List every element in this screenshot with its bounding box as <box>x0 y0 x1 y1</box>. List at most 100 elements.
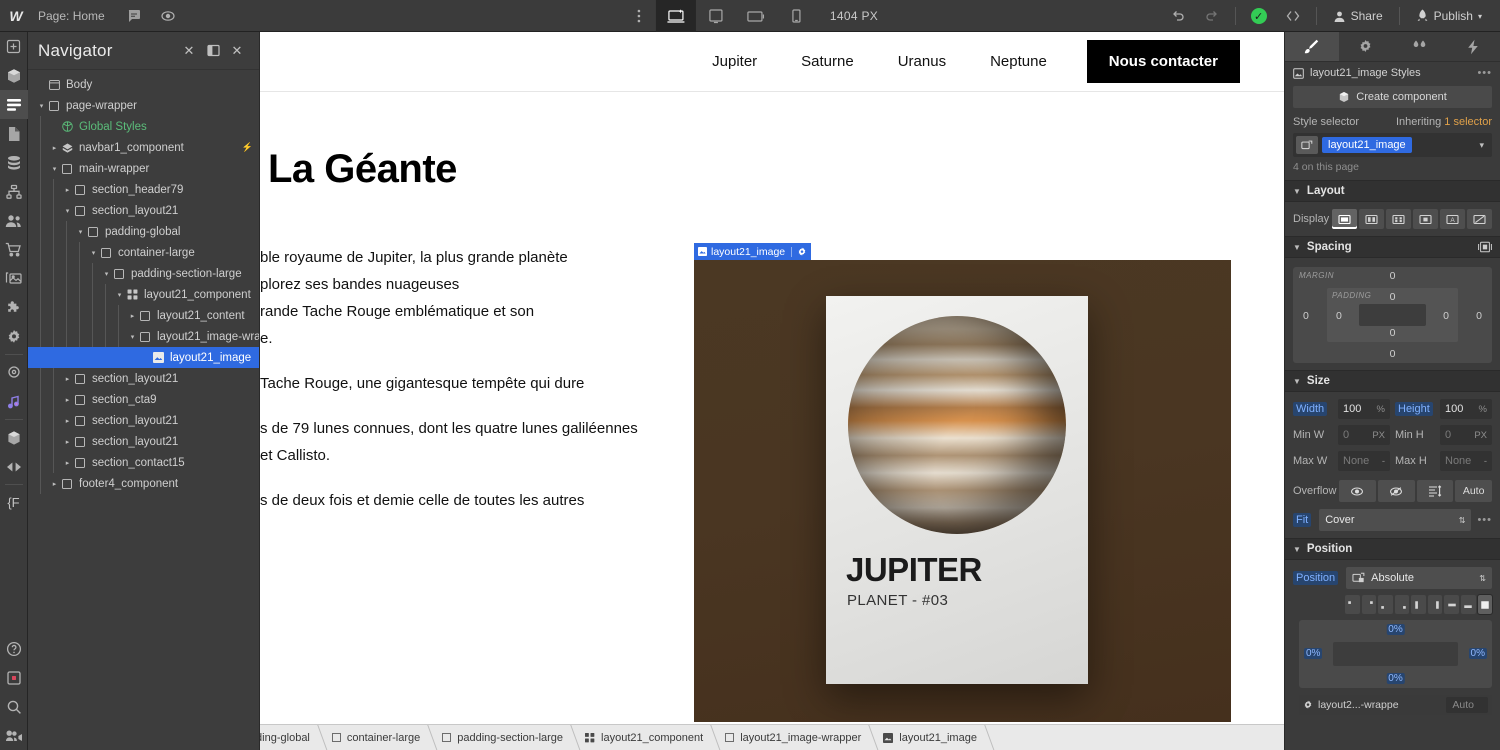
margin-top-value[interactable]: 0 <box>1390 270 1396 282</box>
site-nav-link-neptune[interactable]: Neptune <box>968 53 1069 70</box>
expand-caret-icon[interactable]: ▾ <box>88 249 99 257</box>
expand-caret-icon[interactable]: ▸ <box>62 186 73 194</box>
navigator-panel-layers-icon[interactable] <box>0 90 28 119</box>
width-input[interactable]: 100% <box>1338 399 1390 419</box>
components-panel-cube-icon[interactable] <box>0 61 28 90</box>
logic-panel-logic-icon[interactable] <box>0 177 28 206</box>
site-nav-link-saturne[interactable]: Saturne <box>779 53 876 70</box>
overflow-visible-button[interactable] <box>1339 480 1376 502</box>
display-option-inline[interactable]: A <box>1440 209 1465 229</box>
navigator-item-page-wrapper[interactable]: ▾page-wrapper <box>28 95 259 116</box>
panel-dock-icon[interactable] <box>201 39 225 63</box>
offset-top-value[interactable]: 0% <box>1386 624 1404 635</box>
assets-panel-images-icon[interactable] <box>0 264 28 293</box>
min-height-input[interactable]: 0PX <box>1440 425 1492 445</box>
display-option-block[interactable] <box>1332 209 1357 229</box>
expand-caret-icon[interactable]: ▾ <box>101 270 112 278</box>
undo-icon[interactable] <box>1161 0 1195 32</box>
expand-caret-icon[interactable]: ▸ <box>49 144 60 152</box>
site-nav-link-jupiter[interactable]: Jupiter <box>690 53 779 70</box>
create-component-button[interactable]: Create component <box>1293 86 1492 108</box>
section-header-layout[interactable]: ▼ Layout <box>1285 180 1500 202</box>
comment-icon[interactable] <box>117 0 151 32</box>
record-video-camera-icon[interactable] <box>0 721 28 750</box>
ellipsis-icon[interactable]: ••• <box>1477 67 1492 79</box>
expand-caret-icon[interactable]: ▸ <box>127 312 138 320</box>
video-stop-square-icon[interactable] <box>0 663 28 692</box>
search-icon[interactable] <box>0 692 28 721</box>
device-desktop-button[interactable] <box>656 0 696 32</box>
selection-badge[interactable]: layout21_image <box>694 243 811 260</box>
overflow-auto-button[interactable]: Auto <box>1455 480 1492 502</box>
spacing-mode-icon[interactable] <box>1478 241 1492 253</box>
webflow-logo[interactable]: W <box>0 0 32 32</box>
section-header-position[interactable]: ▼ Position <box>1285 538 1500 560</box>
offset-bottom-value[interactable]: 0% <box>1386 673 1404 684</box>
ecommerce-panel-cart-icon[interactable] <box>0 235 28 264</box>
height-unit[interactable]: % <box>1479 404 1487 415</box>
padding-bottom-value[interactable]: 0 <box>1390 327 1396 339</box>
expand-caret-icon[interactable]: ▾ <box>62 207 73 215</box>
navigator-item-layout21-component[interactable]: ▾layout21_component <box>28 284 259 305</box>
navigator-item-padding-global[interactable]: ▾padding-global <box>28 221 259 242</box>
display-option-none[interactable] <box>1467 209 1492 229</box>
redo-icon[interactable] <box>1195 0 1229 32</box>
anchor-top-right[interactable] <box>1362 595 1377 614</box>
breadcrumb-item[interactable]: layout21_image-wrapper <box>715 725 873 750</box>
expand-caret-icon[interactable]: ▾ <box>127 333 138 341</box>
navigator-item-layout21-content[interactable]: ▸layout21_content <box>28 305 259 326</box>
display-option-inline-block[interactable] <box>1413 209 1438 229</box>
navigator-item-navbar1-component[interactable]: ▸navbar1_component⚡ <box>28 137 259 158</box>
tab-style[interactable] <box>1285 32 1339 61</box>
anchor-top-left[interactable] <box>1345 595 1360 614</box>
expand-caret-icon[interactable]: ▸ <box>62 417 73 425</box>
navigator-item-layout21-image-wrapper[interactable]: ▾layout21_image-wrapper <box>28 326 259 347</box>
expand-caret-icon[interactable]: ▸ <box>62 396 73 404</box>
chevron-down-icon[interactable]: ▾ <box>1479 140 1489 151</box>
navigator-item-container-large[interactable]: ▾container-large <box>28 242 259 263</box>
display-option-grid[interactable] <box>1386 209 1411 229</box>
vertical-dots-icon[interactable] <box>622 0 656 32</box>
overflow-scroll-button[interactable] <box>1417 480 1454 502</box>
width-unit[interactable]: % <box>1377 404 1385 415</box>
eye-icon[interactable] <box>151 0 185 32</box>
max-height-unit[interactable]: - <box>1484 456 1487 467</box>
tab-settings[interactable] <box>1339 32 1393 61</box>
cms-panel-database-icon[interactable] <box>0 148 28 177</box>
breadcrumb-item[interactable]: padding-section-large <box>432 725 575 750</box>
navigator-item-section-layout21[interactable]: ▸section_layout21 <box>28 431 259 452</box>
offset-left-value[interactable]: 0% <box>1304 648 1322 659</box>
overflow-hidden-button[interactable] <box>1378 480 1415 502</box>
selector-chip[interactable]: layout21_image <box>1322 137 1412 153</box>
offset-right-value[interactable]: 0% <box>1469 648 1487 659</box>
navigator-item-layout21-image[interactable]: layout21_image <box>28 347 259 368</box>
device-tablet-button[interactable] <box>696 0 736 32</box>
expand-caret-icon[interactable]: ▾ <box>114 291 125 299</box>
max-width-input[interactable]: None- <box>1338 451 1390 471</box>
navigator-item-main-wrapper[interactable]: ▾main-wrapper <box>28 158 259 179</box>
anchor-top-stretch[interactable] <box>1444 595 1459 614</box>
tab-interactions[interactable] <box>1393 32 1447 61</box>
navigator-tree[interactable]: Body▾page-wrapperGlobal Styles▸navbar1_c… <box>28 70 259 494</box>
anchor-bottom-stretch[interactable] <box>1461 595 1476 614</box>
device-mobile-button[interactable] <box>776 0 816 32</box>
overflow-options[interactable]: Auto <box>1339 480 1492 502</box>
users-panel-users-icon[interactable] <box>0 206 28 235</box>
navigator-item-footer4-component[interactable]: ▸footer4_component <box>28 473 259 494</box>
inheriting-count[interactable]: 1 selector <box>1444 116 1492 128</box>
expand-caret-icon[interactable]: ▸ <box>62 459 73 467</box>
code-variables-panel-curly-f-icon[interactable]: {F <box>0 488 28 517</box>
navigator-item-padding-section-large[interactable]: ▾padding-section-large <box>28 263 259 284</box>
anchor-left-stretch[interactable] <box>1411 595 1426 614</box>
layout21-image[interactable]: JUPITER PLANET - #03 <box>694 260 1231 722</box>
navigator-item-section-contact15[interactable]: ▸section_contact15 <box>28 452 259 473</box>
position-anchor-presets[interactable] <box>1345 595 1492 614</box>
anchor-bottom-left[interactable] <box>1378 595 1393 614</box>
variables-panel-box-icon[interactable] <box>0 423 28 452</box>
section-header-size[interactable]: ▼ Size <box>1285 370 1500 392</box>
margin-right-value[interactable]: 0 <box>1476 310 1482 322</box>
display-option-flex[interactable] <box>1359 209 1384 229</box>
anchor-right-stretch[interactable] <box>1428 595 1443 614</box>
position-select[interactable]: Absolute ⇅ <box>1346 567 1492 589</box>
padding-right-value[interactable]: 0 <box>1443 310 1449 322</box>
